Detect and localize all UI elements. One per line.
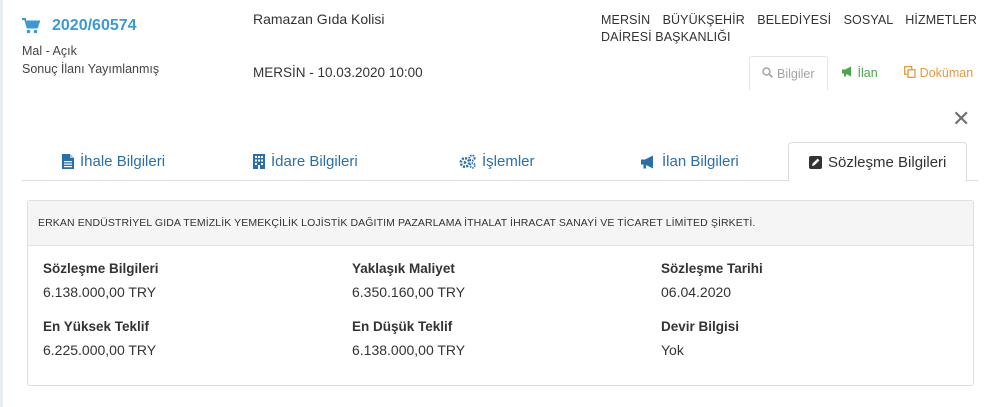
left-edge-rule xyxy=(0,0,3,407)
detail-value: 6.138.000,00 TRY xyxy=(352,342,466,358)
detail-label: En Yüksek Teklif xyxy=(43,319,150,334)
detail-label: En Düşük Teklif xyxy=(352,319,453,334)
authority-name: MERSİN BÜYÜKŞEHİR BELEDİYESİ SOSYAL HİZM… xyxy=(601,13,977,44)
detail-value: 6.225.000,00 TRY xyxy=(43,342,157,358)
tender-status: Sonuç İlanı Yayımlanmış xyxy=(22,62,160,76)
tab-label: İhale Bilgileri xyxy=(80,153,166,170)
detail-value: 6.138.000,00 TRY xyxy=(43,284,157,300)
detail-highest-bid: En Yüksek Teklif 6.225.000,00 TRY xyxy=(43,319,343,358)
contract-panel: ERKAN ENDÜSTRİYEL GIDA TEMİZLİK YEMEKÇİL… xyxy=(27,200,974,386)
tab-ihale-bilgileri[interactable]: İhale Bilgileri xyxy=(62,142,165,181)
detail-label: Yaklaşık Maliyet xyxy=(352,261,455,276)
bilgiler-button[interactable]: Bilgiler xyxy=(749,56,828,90)
tab-ilan-bilgileri[interactable]: İlan Bilgileri xyxy=(640,142,739,181)
contractor-name: ERKAN ENDÜSTRİYEL GIDA TEMİZLİK YEMEKÇİL… xyxy=(28,201,973,246)
cart-icon xyxy=(22,18,40,34)
tender-location-date: MERSİN - 10.03.2020 10:00 xyxy=(253,65,423,80)
gears-icon xyxy=(459,154,476,169)
ilan-label: İlan xyxy=(857,66,878,80)
tab-sozlesme-bilgileri[interactable]: Sözleşme Bilgileri xyxy=(788,142,968,182)
building-icon xyxy=(253,154,265,169)
tab-label: İşlemler xyxy=(482,153,535,170)
edit-icon xyxy=(809,155,822,169)
detail-tabs: İhale Bilgileri İdare Bilgileri İşlemler xyxy=(22,142,978,182)
ilan-button[interactable]: İlan xyxy=(828,56,892,90)
bullhorn-icon xyxy=(841,66,854,80)
tab-label: İdare Bilgileri xyxy=(271,153,358,170)
detail-estimated-cost: Yaklaşık Maliyet 6.350.160,00 TRY xyxy=(352,261,652,300)
tender-name: Ramazan Gıda Kolisi xyxy=(253,11,385,27)
tender-type: Mal - Açık xyxy=(22,44,77,58)
detail-contract-amount: Sözleşme Bilgileri 6.138.000,00 TRY xyxy=(43,261,343,300)
tab-label: Sözleşme Bilgileri xyxy=(828,153,947,171)
close-icon[interactable]: ✕ xyxy=(952,108,970,130)
detail-value: 6.350.160,00 TRY xyxy=(352,284,466,300)
tender-id-link[interactable]: 2020/60574 xyxy=(22,14,242,38)
bullhorn-icon xyxy=(640,155,656,169)
detail-value: Yok xyxy=(661,342,684,358)
header-actions: Bilgiler İlan Doküman xyxy=(749,56,973,90)
dokuman-label: Doküman xyxy=(919,66,974,80)
file-icon xyxy=(62,154,74,169)
dokuman-button[interactable]: Doküman xyxy=(892,56,974,90)
tab-idare-bilgileri[interactable]: İdare Bilgileri xyxy=(253,142,358,181)
detail-label: Devir Bilgisi xyxy=(661,319,740,334)
search-icon xyxy=(762,66,773,81)
tab-islemler[interactable]: İşlemler xyxy=(459,142,535,181)
detail-contract-date: Sözleşme Tarihi 06.04.2020 xyxy=(661,261,961,300)
copy-icon xyxy=(903,65,916,81)
detail-label: Sözleşme Tarihi xyxy=(661,261,763,276)
bilgiler-label: Bilgiler xyxy=(777,66,815,81)
tender-summary: 2020/60574 Mal - Açık Sonuç İlanı Yayıml… xyxy=(22,14,242,78)
detail-label: Sözleşme Bilgileri xyxy=(43,261,159,276)
detail-lowest-bid: En Düşük Teklif 6.138.000,00 TRY xyxy=(352,319,652,358)
tab-label: İlan Bilgileri xyxy=(662,153,739,170)
detail-value: 06.04.2020 xyxy=(661,284,732,300)
tender-id[interactable]: 2020/60574 xyxy=(52,17,137,35)
detail-transfer-info: Devir Bilgisi Yok xyxy=(661,319,961,358)
